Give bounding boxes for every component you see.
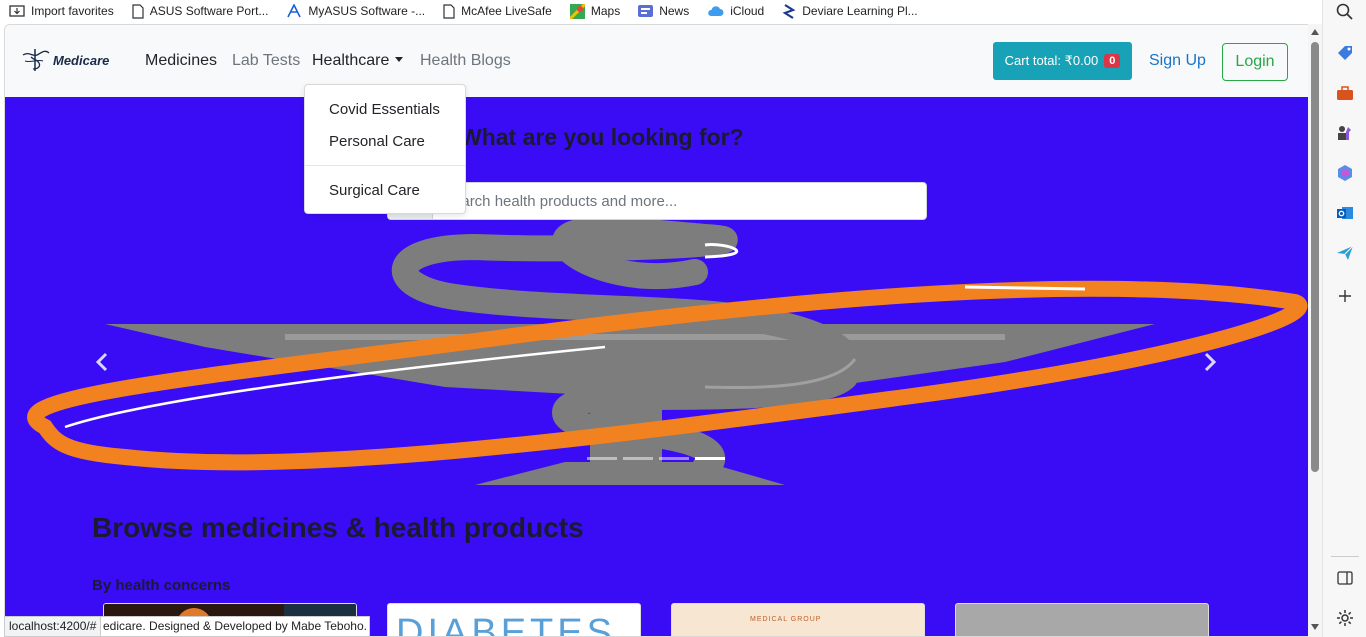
status-bar-url: localhost:4200/# [4, 616, 102, 637]
bookmark-label: Import favorites [31, 4, 114, 18]
bookmark-label: News [659, 4, 690, 18]
caduceus-icon [22, 49, 50, 71]
sidebar-panel-toggle-button[interactable] [1333, 566, 1357, 590]
dropdown-item-personal-care[interactable]: Personal Care [329, 133, 425, 150]
login-button[interactable]: Login [1222, 43, 1288, 81]
brand-name: Medicare [53, 52, 110, 68]
bookmarks-bar: Import favorites ASUS Software Port... M… [0, 0, 1320, 22]
gear-icon [1337, 610, 1353, 626]
carousel-indicator[interactable] [623, 457, 653, 460]
import-icon [9, 5, 25, 17]
caduceus-banner-image [27, 217, 1308, 485]
bookmark-label: MyASUS Software -... [308, 4, 426, 18]
search-icon [1336, 3, 1353, 20]
health-concerns-title: By health concerns [92, 577, 231, 594]
health-concern-card[interactable] [955, 603, 1209, 636]
bookmark-mcafee[interactable]: McAfee LiveSafe [434, 0, 561, 22]
browser-sidebar [1322, 0, 1366, 637]
carousel-indicator-active[interactable] [695, 457, 725, 460]
sidebar-divider [1331, 556, 1359, 557]
sidebar-tools-button[interactable] [1333, 81, 1357, 105]
sidebar-copilot-button[interactable] [1333, 161, 1357, 185]
page-icon [443, 3, 455, 19]
outlook-icon [1337, 207, 1353, 219]
signup-link[interactable]: Sign Up [1149, 52, 1206, 70]
scroll-down-icon [1311, 624, 1319, 630]
bookmark-label: ASUS Software Port... [149, 4, 269, 18]
card-diabetes-text: DIABETES [396, 612, 616, 637]
carousel-prev-button[interactable] [87, 347, 117, 377]
cart-button[interactable]: Cart total: ₹0.00 0 [993, 42, 1132, 80]
bookmark-asus-software[interactable]: ASUS Software Port... [123, 0, 278, 22]
card-medical-group-text: MEDICAL GROUP [750, 616, 822, 623]
health-concern-card-medical-group[interactable]: MEDICAL GROUP [671, 603, 925, 637]
paper-plane-icon [1337, 245, 1354, 260]
footer-credit: edicare. Designed & Developed by Mabe Te… [100, 616, 370, 637]
search-input[interactable] [433, 183, 926, 219]
caret-down-icon [395, 57, 404, 62]
nav-lab-tests[interactable]: Lab Tests [232, 52, 300, 70]
plus-icon [1339, 290, 1351, 302]
nav-healthcare-label: Healthcare [312, 52, 390, 69]
cart-count-badge: 0 [1104, 54, 1121, 68]
chevron-right-icon [1204, 352, 1217, 372]
bookmark-icloud[interactable]: iCloud [698, 0, 773, 22]
dropdown-item-surgical-care[interactable]: Surgical Care [329, 182, 420, 199]
page-icon [132, 3, 144, 19]
scrollbar-thumb[interactable] [1311, 42, 1319, 472]
healthcare-dropdown-menu: Covid Essentials Personal Care Surgical … [304, 84, 466, 214]
tag-icon [1338, 46, 1352, 60]
myasus-icon [287, 4, 302, 18]
chevron-left-icon [95, 352, 108, 372]
sidebar-settings-button[interactable] [1333, 606, 1357, 630]
navbar: Medicare Medicines Lab Tests Healthcare … [5, 25, 1309, 97]
carousel-indicators [587, 457, 725, 460]
chess-piece-icon [1338, 126, 1351, 140]
carousel-indicator[interactable] [587, 457, 617, 460]
toolbox-icon [1337, 86, 1353, 100]
browse-section-title: Browse medicines & health products [92, 512, 584, 543]
bookmark-label: Deviare Learning Pl... [802, 4, 918, 18]
nav-healthcare-dropdown[interactable]: Healthcare [312, 52, 404, 70]
scroll-up-icon [1311, 29, 1319, 35]
brand-logo[interactable]: Medicare [21, 47, 109, 73]
cart-total-label: Cart total: ₹0.00 [1004, 53, 1099, 68]
hero-carousel: What are you looking for? Browse medicin… [5, 97, 1309, 637]
nav-medicines[interactable]: Medicines [145, 52, 217, 70]
bookmark-label: McAfee LiveSafe [461, 4, 552, 18]
maps-icon [569, 3, 585, 19]
page-scrollbar[interactable] [1308, 24, 1322, 637]
bookmark-myasus[interactable]: MyASUS Software -... [277, 0, 434, 22]
sidebar-games-button[interactable] [1333, 121, 1357, 145]
bookmark-label: Maps [590, 4, 621, 18]
bookmark-import-favorites[interactable]: Import favorites [0, 0, 123, 22]
page-viewport: Medicare Medicines Lab Tests Healthcare … [4, 24, 1322, 637]
sidebar-outlook-button[interactable] [1333, 201, 1357, 225]
carousel-indicator[interactable] [659, 457, 689, 460]
sidebar-send-button[interactable] [1333, 241, 1357, 265]
dropdown-divider [305, 165, 465, 166]
carousel-next-button[interactable] [1195, 347, 1225, 377]
cloud-icon [708, 6, 724, 16]
dropdown-item-covid-essentials[interactable]: Covid Essentials [329, 101, 440, 118]
sidebar-shopping-button[interactable] [1333, 41, 1357, 65]
nav-health-blogs[interactable]: Health Blogs [420, 52, 511, 70]
bookmark-deviare[interactable]: Deviare Learning Pl... [773, 0, 926, 22]
panel-icon [1337, 571, 1353, 585]
card-image [784, 632, 804, 637]
bookmark-label: iCloud [730, 4, 765, 18]
deviare-icon [782, 3, 796, 19]
search-box [387, 182, 927, 220]
sidebar-add-button[interactable] [1333, 284, 1357, 308]
sidebar-search-button[interactable] [1333, 0, 1357, 24]
news-icon [638, 5, 654, 17]
copilot-icon [1338, 165, 1352, 181]
health-concern-card-diabetes[interactable]: DIABETES [387, 603, 641, 637]
hero-title: What are you looking for? [460, 124, 744, 150]
bookmark-news[interactable]: News [629, 0, 698, 22]
bookmark-maps[interactable]: Maps [561, 0, 629, 22]
